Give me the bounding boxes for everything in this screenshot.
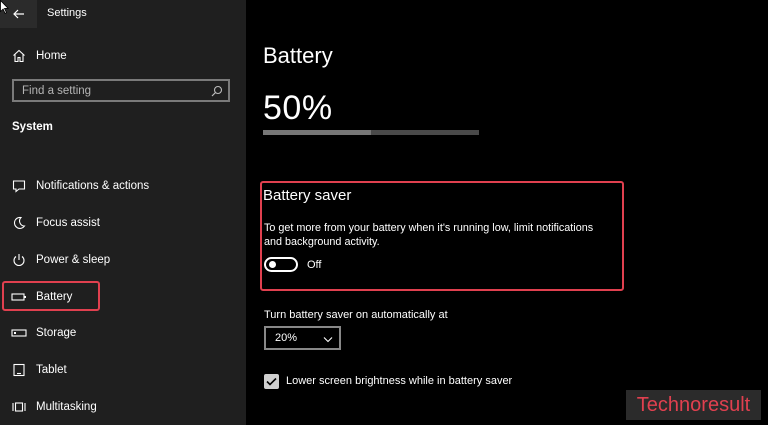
section-title: System	[12, 121, 53, 133]
battery-saver-toggle[interactable]	[264, 257, 298, 272]
sidebar-item-power-sleep[interactable]: Power & sleep	[0, 245, 246, 275]
sidebar-item-label: Home	[36, 50, 67, 62]
storage-icon	[11, 325, 27, 341]
mouse-cursor-icon	[0, 0, 9, 14]
battery-saver-description: To get more from your battery when it's …	[264, 222, 594, 248]
search-input[interactable]	[14, 81, 212, 100]
sidebar-item-label: Multitasking	[36, 401, 97, 413]
sidebar-item-label: Power & sleep	[36, 254, 111, 266]
sidebar-item-storage[interactable]: Storage	[0, 318, 246, 348]
tablet-icon	[11, 362, 27, 378]
sidebar-item-focus-assist[interactable]: Focus assist	[0, 208, 246, 238]
lower-brightness-label: Lower screen brightness while in battery…	[286, 375, 513, 387]
sidebar-item-label: Tablet	[36, 364, 67, 376]
lower-brightness-checkbox[interactable]	[264, 374, 279, 389]
moon-icon	[11, 215, 27, 231]
auto-on-threshold-select[interactable]: 20%	[264, 326, 341, 350]
sidebar-item-home[interactable]: Home	[0, 41, 246, 71]
page-title: Battery	[263, 43, 333, 68]
sidebar-item-multitasking[interactable]: Multitasking	[0, 392, 246, 422]
battery-percentage: 50%	[263, 89, 333, 127]
battery-level-fill	[263, 130, 371, 135]
auto-on-label: Turn battery saver on automatically at	[264, 309, 448, 321]
sidebar-item-tablet[interactable]: Tablet	[0, 355, 246, 385]
toggle-state-label: Off	[307, 259, 322, 271]
sidebar: Settings Home System Notifications & act…	[0, 0, 246, 425]
sidebar-item-notifications[interactable]: Notifications & actions	[0, 171, 246, 201]
sidebar-item-label: Storage	[36, 327, 77, 339]
window-title: Settings	[47, 7, 87, 19]
power-icon	[11, 252, 27, 268]
back-arrow-icon	[12, 9, 24, 19]
highlight-frame	[2, 281, 100, 311]
checkmark-icon	[266, 377, 277, 386]
sidebar-item-label: Notifications & actions	[36, 180, 150, 192]
battery-level-bar	[263, 130, 479, 135]
toggle-knob	[269, 261, 276, 268]
multitasking-icon	[11, 399, 27, 415]
select-value: 20%	[275, 332, 298, 344]
notification-icon	[11, 178, 27, 194]
search-box	[12, 79, 230, 102]
chevron-down-icon	[323, 334, 333, 346]
home-icon	[11, 48, 27, 64]
title-bar: Settings	[0, 0, 246, 28]
search-icon[interactable]	[211, 84, 223, 102]
watermark: Technoresult	[626, 390, 761, 420]
battery-saver-title: Battery saver	[263, 187, 352, 204]
sidebar-item-label: Focus assist	[36, 217, 100, 229]
